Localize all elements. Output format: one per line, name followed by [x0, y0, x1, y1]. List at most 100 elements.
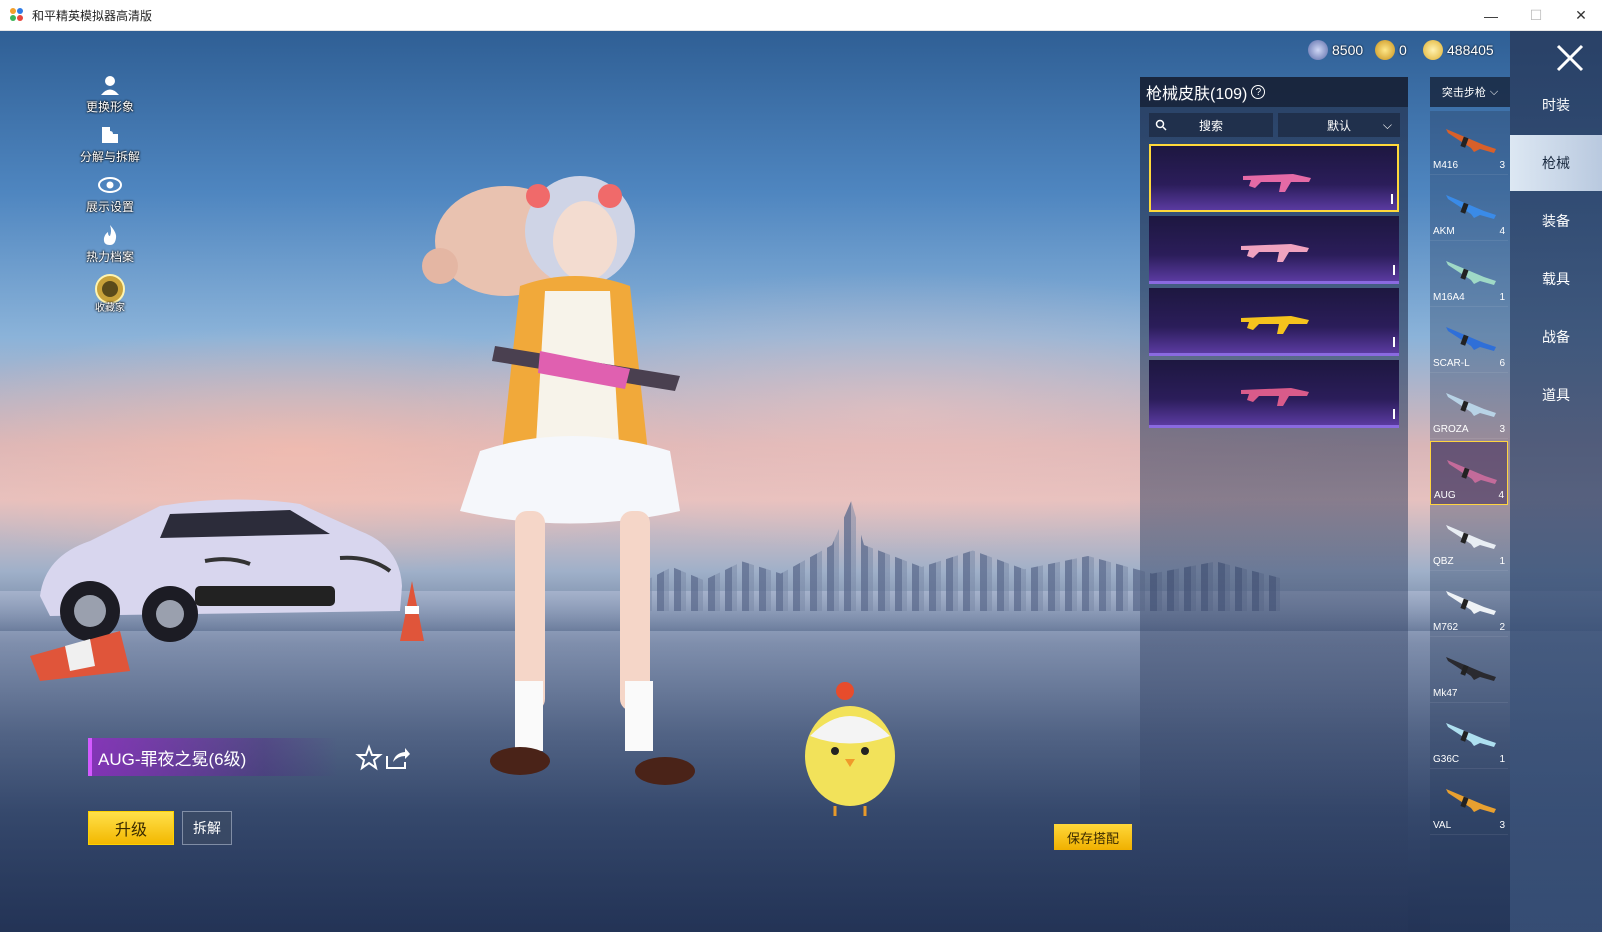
weapon-name: G36C — [1433, 754, 1460, 765]
gold-token-icon — [1375, 40, 1395, 60]
save-loadout-button[interactable]: 保存搭配 — [1054, 824, 1132, 850]
game-viewport: 更换形象 分解与拆解 展示设置 热力档案 收藏家 AUG-罪夜之冕(6级) 升级… — [0, 31, 1602, 932]
rifle-icon — [1446, 327, 1496, 351]
weapon-skin-count: 1 — [1499, 754, 1505, 765]
menu-item-change-look[interactable]: 更换形象 — [70, 73, 150, 115]
nav-fashion[interactable]: 时装 — [1510, 77, 1602, 133]
weapon-skin-count: 3 — [1499, 160, 1505, 171]
scroll-marker — [1393, 265, 1395, 275]
skin-card[interactable] — [1149, 360, 1399, 428]
window-close-button[interactable]: ✕ — [1558, 0, 1602, 31]
weapon-name: M16A4 — [1433, 292, 1465, 303]
nav-vehicles[interactable]: 载具 — [1510, 251, 1602, 307]
skin-card[interactable] — [1149, 216, 1399, 284]
scroll-marker — [1393, 409, 1395, 419]
rifle-icon — [1446, 657, 1496, 681]
weapon-item-groza[interactable]: GROZA 3 — [1430, 375, 1508, 439]
weapon-item-aug[interactable]: AUG 4 — [1430, 441, 1508, 505]
weapon-skin-count: 2 — [1499, 622, 1505, 633]
selected-skin-bar: AUG-罪夜之冕(6级) — [88, 738, 338, 776]
dismantle-button[interactable]: 拆解 — [182, 811, 232, 845]
weapon-item-mk47[interactable]: Mk47 — [1430, 639, 1508, 703]
weapon-item-scar-l[interactable]: SCAR-L 6 — [1430, 309, 1508, 373]
menu-label: 收藏家 — [95, 303, 125, 314]
weapon-name: M416 — [1433, 160, 1459, 171]
weapon-skin-count: 3 — [1499, 424, 1505, 435]
window-title: 和平精英模拟器高清版 — [32, 8, 153, 23]
share-icon[interactable] — [383, 744, 411, 772]
currency-globe: 8500 — [1308, 40, 1363, 60]
rifle-skin-icon — [1241, 316, 1309, 334]
weapon-item-m762[interactable]: M762 2 — [1430, 573, 1508, 637]
chevron-down-icon: ⌵ — [1382, 117, 1392, 132]
chick-pet — [805, 682, 895, 816]
maximize-button[interactable]: ☐ — [1513, 0, 1559, 31]
skin-search-input[interactable]: 搜索 — [1149, 113, 1273, 137]
skin-panel-header: 枪械皮肤(109) ? — [1140, 77, 1408, 107]
nav-war-prep[interactable]: 战备 — [1510, 309, 1602, 365]
menu-item-collector[interactable]: 收藏家 — [70, 273, 150, 314]
scroll-marker — [1393, 337, 1395, 347]
currency-gold-token: 0 — [1375, 40, 1407, 60]
rifle-skin-icon — [1241, 244, 1309, 262]
menu-label: 展示设置 — [85, 200, 134, 214]
rifle-icon — [1446, 261, 1496, 285]
weapon-name: M762 — [1433, 622, 1459, 633]
weapon-name: AKM — [1433, 226, 1455, 237]
nav-equipment[interactable]: 装备 — [1510, 193, 1602, 249]
traffic-cone — [30, 631, 130, 681]
currency-value: 0 — [1399, 42, 1407, 58]
sort-dropdown[interactable]: 默认 ⌵ — [1278, 113, 1400, 137]
upgrade-button[interactable]: 升级 — [88, 811, 174, 845]
menu-item-heat-archive[interactable]: 热力档案 — [70, 223, 150, 265]
skin-card[interactable] — [1149, 288, 1399, 356]
menu-item-decompose[interactable]: 分解与拆解 — [70, 123, 150, 165]
skin-panel-title: 枪械皮肤(109) — [1146, 86, 1248, 103]
nav-items[interactable]: 道具 — [1510, 367, 1602, 423]
weapon-item-akm[interactable]: AKM 4 — [1430, 177, 1508, 241]
currency-diamond: 488405 — [1423, 40, 1494, 60]
weapon-skin-count: 1 — [1499, 556, 1505, 567]
nav-weapons[interactable]: 枪械 — [1510, 135, 1602, 191]
weapon-type-select[interactable]: 突击步枪 ⌵ — [1430, 77, 1510, 107]
weapon-name: AUG — [1434, 490, 1456, 501]
weapon-item-m416[interactable]: M416 3 — [1430, 111, 1508, 175]
close-icon[interactable] — [1548, 36, 1592, 80]
rifle-icon — [1446, 393, 1496, 417]
globe-coin-icon — [1308, 40, 1328, 60]
avatar-icon — [98, 73, 122, 97]
weapon-name: GROZA — [1433, 424, 1469, 435]
flame-icon — [98, 223, 122, 247]
skin-card[interactable] — [1149, 144, 1399, 212]
weapon-item-m16a4[interactable]: M16A4 1 — [1430, 243, 1508, 307]
search-icon — [1155, 119, 1167, 131]
minimize-button[interactable]: — — [1468, 0, 1514, 31]
menu-label: 更换形象 — [85, 100, 134, 114]
diamond-coin-icon — [1423, 40, 1443, 60]
help-icon[interactable]: ? — [1251, 85, 1266, 99]
left-menu: 更换形象 分解与拆解 展示设置 热力档案 收藏家 — [70, 73, 150, 322]
menu-item-display-settings[interactable]: 展示设置 — [70, 173, 150, 215]
currency-value: 8500 — [1332, 42, 1364, 58]
menu-label: 分解与拆解 — [79, 150, 140, 164]
rifle-skin-icon — [1243, 174, 1311, 192]
rifle-icon — [1446, 195, 1496, 219]
weapon-name: VAL — [1433, 820, 1452, 831]
weapon-skin-count: 4 — [1499, 226, 1505, 237]
rifle-icon — [1446, 789, 1496, 813]
weapon-item-g36c[interactable]: G36C 1 — [1430, 705, 1508, 769]
weapon-skin-count: 4 — [1498, 490, 1504, 501]
eye-icon — [98, 173, 122, 197]
weapon-skin-count: 6 — [1499, 358, 1505, 369]
sort-label: 默认 — [1326, 118, 1351, 133]
chevron-down-icon: ⌵ — [1489, 85, 1499, 98]
app-logo-icon — [10, 8, 24, 22]
weapon-name: Mk47 — [1433, 688, 1458, 699]
rifle-skin-icon — [1241, 388, 1309, 406]
weapon-skin-count: 1 — [1499, 292, 1505, 303]
weapon-item-val[interactable]: VAL 3 — [1430, 771, 1508, 835]
weapon-item-qbz[interactable]: QBZ 1 — [1430, 507, 1508, 571]
star-favorite-icon[interactable] — [355, 744, 383, 772]
window-titlebar: 和平精英模拟器高清版 — ☐ ✕ — [0, 0, 1602, 31]
search-placeholder: 搜索 — [1198, 118, 1223, 133]
